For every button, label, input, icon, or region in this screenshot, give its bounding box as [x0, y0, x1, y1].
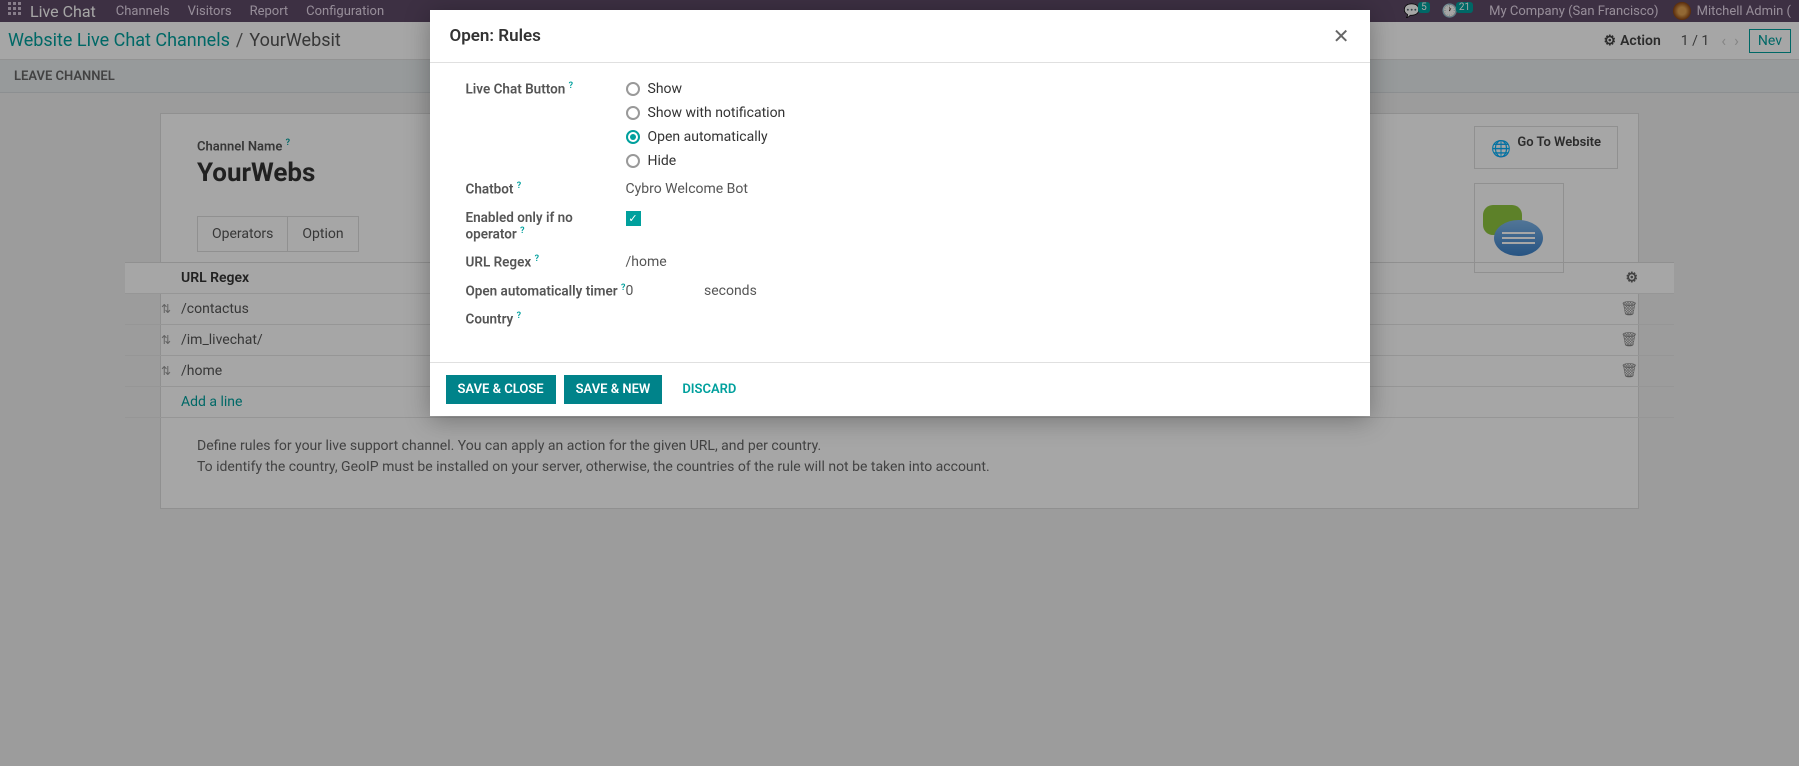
modal-body: Live Chat Button ? Show Show with notifi… [430, 63, 1370, 362]
rules-modal: Open: Rules ✕ Live Chat Button ? Show Sh… [430, 10, 1370, 416]
radio-group-action: Show Show with notification Open automat… [626, 81, 1334, 169]
modal-title: Open: Rules [450, 26, 541, 46]
label-enabled-only: Enabled only if no operator ? [466, 210, 626, 243]
discard-button[interactable]: DISCARD [670, 375, 748, 404]
label-url-regex: URL Regex ? [466, 254, 626, 271]
label-chatbot: Chatbot ? [466, 181, 626, 198]
timer-input[interactable]: 0 [626, 283, 701, 299]
timer-unit: seconds [704, 283, 757, 299]
enabled-only-checkbox[interactable]: ✓ [626, 211, 641, 226]
radio-show-notification[interactable]: Show with notification [626, 105, 1334, 121]
chatbot-value[interactable]: Cybro Welcome Bot [626, 181, 1334, 198]
radio-show[interactable]: Show [626, 81, 1334, 97]
label-timer: Open automatically timer ? [466, 283, 626, 300]
country-input[interactable] [626, 311, 1334, 328]
radio-hide[interactable]: Hide [626, 153, 1334, 169]
modal-footer: SAVE & CLOSE SAVE & NEW DISCARD [430, 362, 1370, 416]
close-icon[interactable]: ✕ [1333, 24, 1350, 48]
url-regex-input[interactable]: /home [626, 254, 1334, 271]
save-close-button[interactable]: SAVE & CLOSE [446, 375, 556, 404]
radio-open-automatically[interactable]: Open automatically [626, 129, 1334, 145]
modal-header: Open: Rules ✕ [430, 10, 1370, 63]
label-live-chat-button: Live Chat Button ? [466, 81, 626, 169]
save-new-button[interactable]: SAVE & NEW [564, 375, 663, 404]
label-country: Country ? [466, 311, 626, 328]
